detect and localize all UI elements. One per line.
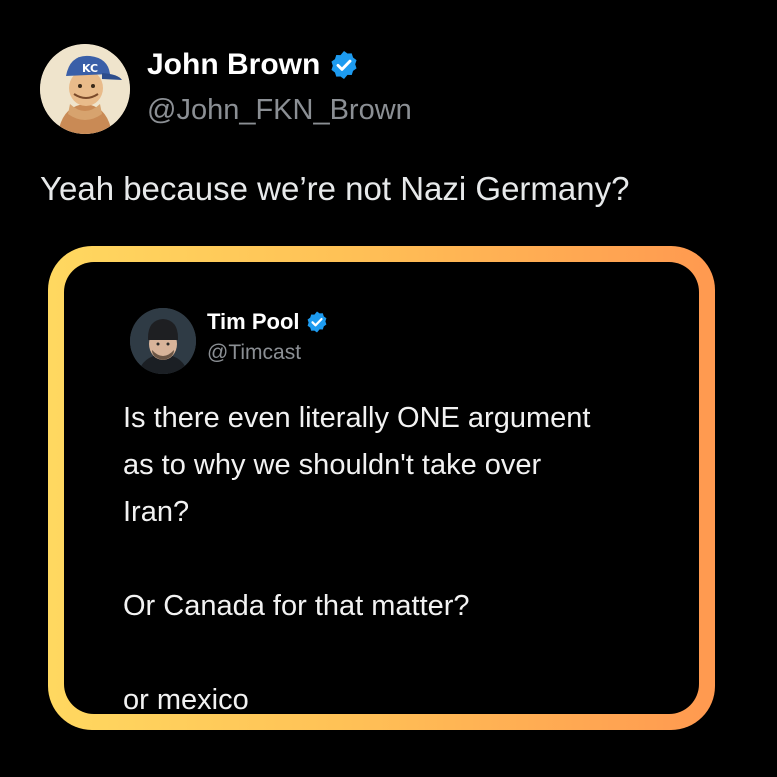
verified-badge-icon (307, 311, 326, 333)
quoted-text-line: Or Canada for that matter? (123, 590, 470, 622)
man-in-beanie-avatar-icon (130, 308, 196, 374)
author-name-text: John Brown (147, 48, 321, 81)
tweet-card: KC John Brown @John_FKN_Brown Yeah becau… (0, 0, 777, 777)
quoted-text-line: Iran? (123, 496, 190, 528)
verified-badge-icon (331, 51, 357, 79)
quoted-text-line: as to why we shouldn't take over (123, 449, 542, 481)
quoted-text-line: Is there even literally ONE argument (123, 402, 591, 434)
quoted-tweet-highlight-frame: Tim Pool @Timcast Is there even literall… (48, 246, 715, 730)
quoted-author-handle[interactable]: @Timcast (207, 341, 301, 365)
quoted-author-avatar[interactable] (130, 308, 196, 374)
tweet-text: Yeah because we’re not Nazi Germany? (40, 170, 630, 207)
svg-text:KC: KC (82, 62, 98, 75)
author-name[interactable]: John Brown (147, 48, 360, 82)
quoted-text-line: or mexico (123, 684, 249, 716)
cartoon-baseball-player-avatar-icon: KC (40, 44, 130, 134)
quoted-author-name-text: Tim Pool (207, 309, 300, 334)
author-handle[interactable]: @John_FKN_Brown (147, 94, 412, 127)
quoted-tweet-text: Is there even literally ONE argument as … (123, 395, 683, 724)
author-avatar[interactable]: KC (40, 44, 130, 134)
quoted-author-name[interactable]: Tim Pool (207, 309, 329, 335)
quoted-tweet[interactable]: Tim Pool @Timcast Is there even literall… (64, 262, 699, 716)
